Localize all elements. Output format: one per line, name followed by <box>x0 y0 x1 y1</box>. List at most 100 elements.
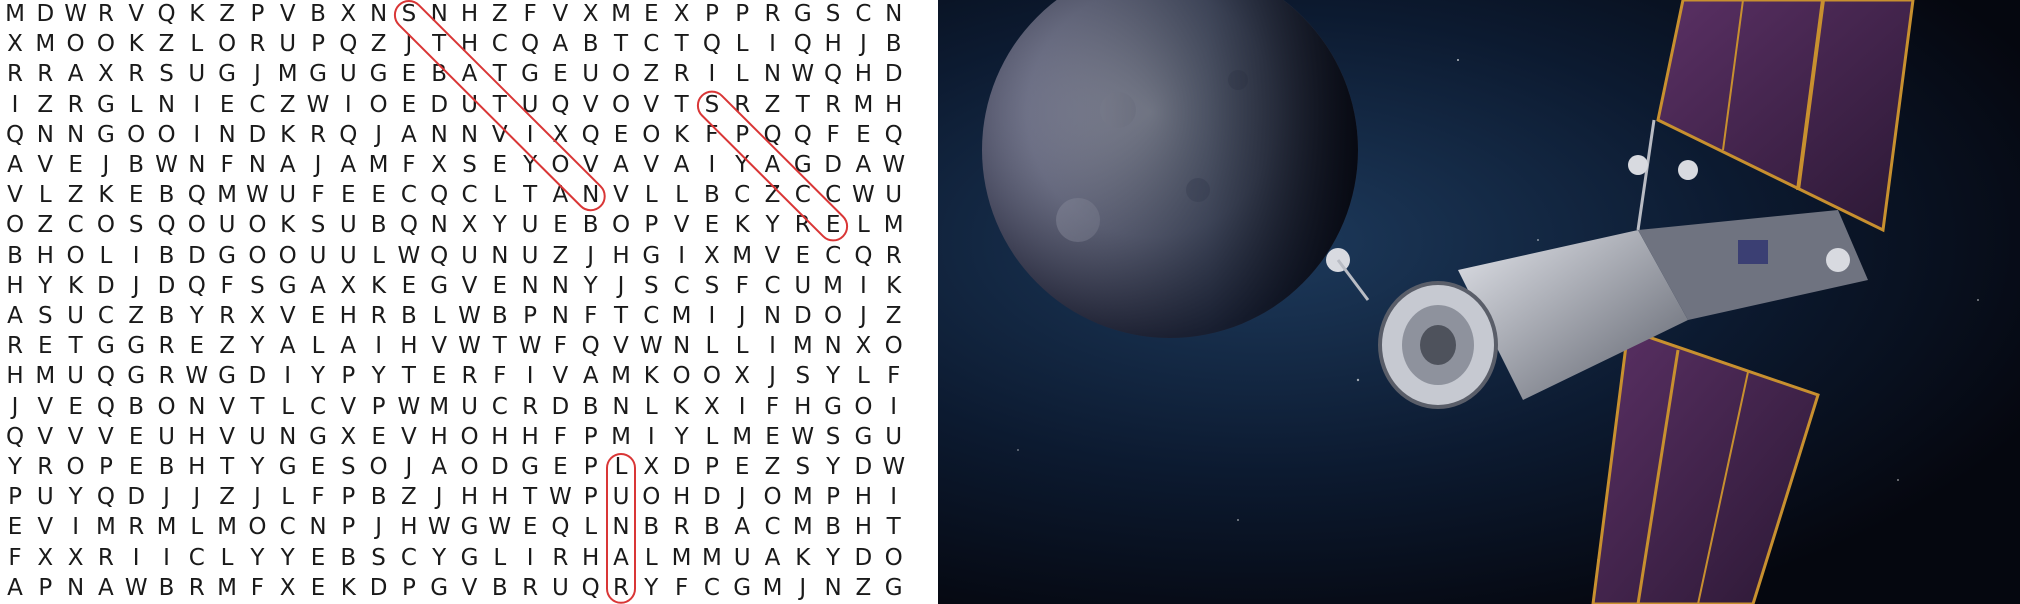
grid-cell[interactable]: P <box>30 576 60 600</box>
grid-cell[interactable]: V <box>576 93 606 117</box>
grid-cell[interactable]: O <box>364 455 394 479</box>
grid-cell[interactable]: Y <box>727 153 757 177</box>
grid-cell[interactable]: U <box>333 244 363 268</box>
grid-cell[interactable]: Q <box>576 334 606 358</box>
grid-cell[interactable]: J <box>576 244 606 268</box>
grid-cell[interactable]: E <box>61 153 91 177</box>
grid-cell[interactable]: Q <box>545 515 575 539</box>
grid-cell[interactable]: E <box>303 576 333 600</box>
grid-cell[interactable]: J <box>242 485 272 509</box>
grid-cell[interactable]: P <box>515 304 545 328</box>
grid-cell[interactable]: H <box>606 244 636 268</box>
grid-cell[interactable]: P <box>727 2 757 26</box>
grid-cell[interactable]: E <box>727 455 757 479</box>
grid-cell[interactable]: W <box>455 334 485 358</box>
grid-cell[interactable]: L <box>182 32 212 56</box>
grid-cell[interactable]: V <box>30 515 60 539</box>
grid-cell[interactable]: E <box>636 2 666 26</box>
grid-cell[interactable]: H <box>576 546 606 570</box>
grid-cell[interactable]: Q <box>333 123 363 147</box>
grid-cell[interactable]: X <box>30 546 60 570</box>
grid-cell[interactable]: D <box>364 576 394 600</box>
grid-cell[interactable]: X <box>0 32 30 56</box>
grid-cell[interactable]: N <box>152 93 182 117</box>
grid-cell[interactable]: M <box>697 546 727 570</box>
grid-cell[interactable]: G <box>515 62 545 86</box>
grid-cell[interactable]: Y <box>758 213 788 237</box>
grid-cell[interactable]: M <box>879 213 909 237</box>
grid-cell[interactable]: M <box>606 425 636 449</box>
grid-cell[interactable]: B <box>485 576 515 600</box>
grid-cell[interactable]: I <box>727 395 757 419</box>
grid-cell[interactable]: A <box>758 546 788 570</box>
grid-cell[interactable]: Y <box>273 546 303 570</box>
grid-cell[interactable]: M <box>606 2 636 26</box>
grid-cell[interactable]: E <box>545 62 575 86</box>
grid-cell[interactable]: V <box>606 183 636 207</box>
grid-cell[interactable]: G <box>848 425 878 449</box>
grid-cell[interactable]: O <box>758 485 788 509</box>
grid-cell[interactable]: P <box>303 32 333 56</box>
grid-cell[interactable]: J <box>848 32 878 56</box>
grid-cell[interactable]: R <box>364 304 394 328</box>
grid-cell[interactable]: M <box>727 244 757 268</box>
grid-cell[interactable]: F <box>545 334 575 358</box>
grid-cell[interactable]: O <box>91 32 121 56</box>
grid-cell[interactable]: U <box>61 304 91 328</box>
grid-cell[interactable]: E <box>121 455 151 479</box>
grid-cell[interactable]: D <box>91 274 121 298</box>
grid-cell[interactable]: M <box>788 334 818 358</box>
grid-cell[interactable]: H <box>455 32 485 56</box>
grid-cell[interactable]: R <box>303 123 333 147</box>
grid-cell[interactable]: E <box>61 395 91 419</box>
grid-cell[interactable]: H <box>424 425 454 449</box>
grid-cell[interactable]: I <box>879 395 909 419</box>
grid-cell[interactable]: G <box>273 274 303 298</box>
grid-cell[interactable]: C <box>91 304 121 328</box>
grid-cell[interactable]: H <box>485 425 515 449</box>
grid-cell[interactable]: N <box>545 274 575 298</box>
grid-cell[interactable]: S <box>455 153 485 177</box>
grid-cell[interactable]: U <box>455 244 485 268</box>
grid-cell[interactable]: L <box>273 395 303 419</box>
grid-cell[interactable]: R <box>727 93 757 117</box>
grid-cell[interactable]: Y <box>364 364 394 388</box>
grid-cell[interactable]: H <box>879 93 909 117</box>
grid-cell[interactable]: B <box>364 213 394 237</box>
grid-cell[interactable]: A <box>606 546 636 570</box>
grid-cell[interactable]: V <box>30 425 60 449</box>
grid-cell[interactable]: E <box>0 515 30 539</box>
grid-cell[interactable]: X <box>242 304 272 328</box>
grid-cell[interactable]: C <box>273 515 303 539</box>
grid-cell[interactable]: G <box>303 62 333 86</box>
grid-cell[interactable]: S <box>121 213 151 237</box>
grid-cell[interactable]: U <box>515 213 545 237</box>
grid-cell[interactable]: U <box>212 213 242 237</box>
grid-cell[interactable]: F <box>545 425 575 449</box>
grid-cell[interactable]: U <box>333 62 363 86</box>
grid-cell[interactable]: O <box>636 485 666 509</box>
grid-cell[interactable]: M <box>788 515 818 539</box>
grid-cell[interactable]: Q <box>91 364 121 388</box>
grid-cell[interactable]: E <box>394 274 424 298</box>
grid-cell[interactable]: Z <box>30 93 60 117</box>
grid-cell[interactable]: P <box>91 455 121 479</box>
grid-cell[interactable]: C <box>727 183 757 207</box>
grid-cell[interactable]: O <box>182 213 212 237</box>
grid-cell[interactable]: O <box>364 93 394 117</box>
grid-cell[interactable]: Q <box>152 2 182 26</box>
grid-cell[interactable]: H <box>333 304 363 328</box>
grid-cell[interactable]: J <box>788 576 818 600</box>
grid-cell[interactable]: Q <box>515 32 545 56</box>
grid-cell[interactable]: J <box>182 485 212 509</box>
grid-cell[interactable]: S <box>697 274 727 298</box>
grid-cell[interactable]: R <box>242 32 272 56</box>
grid-cell[interactable]: N <box>364 2 394 26</box>
grid-cell[interactable]: Q <box>576 576 606 600</box>
grid-cell[interactable]: E <box>121 183 151 207</box>
grid-cell[interactable]: L <box>273 485 303 509</box>
grid-cell[interactable]: Y <box>0 455 30 479</box>
grid-cell[interactable]: Q <box>758 123 788 147</box>
grid-cell[interactable]: Z <box>758 93 788 117</box>
grid-cell[interactable]: N <box>667 334 697 358</box>
